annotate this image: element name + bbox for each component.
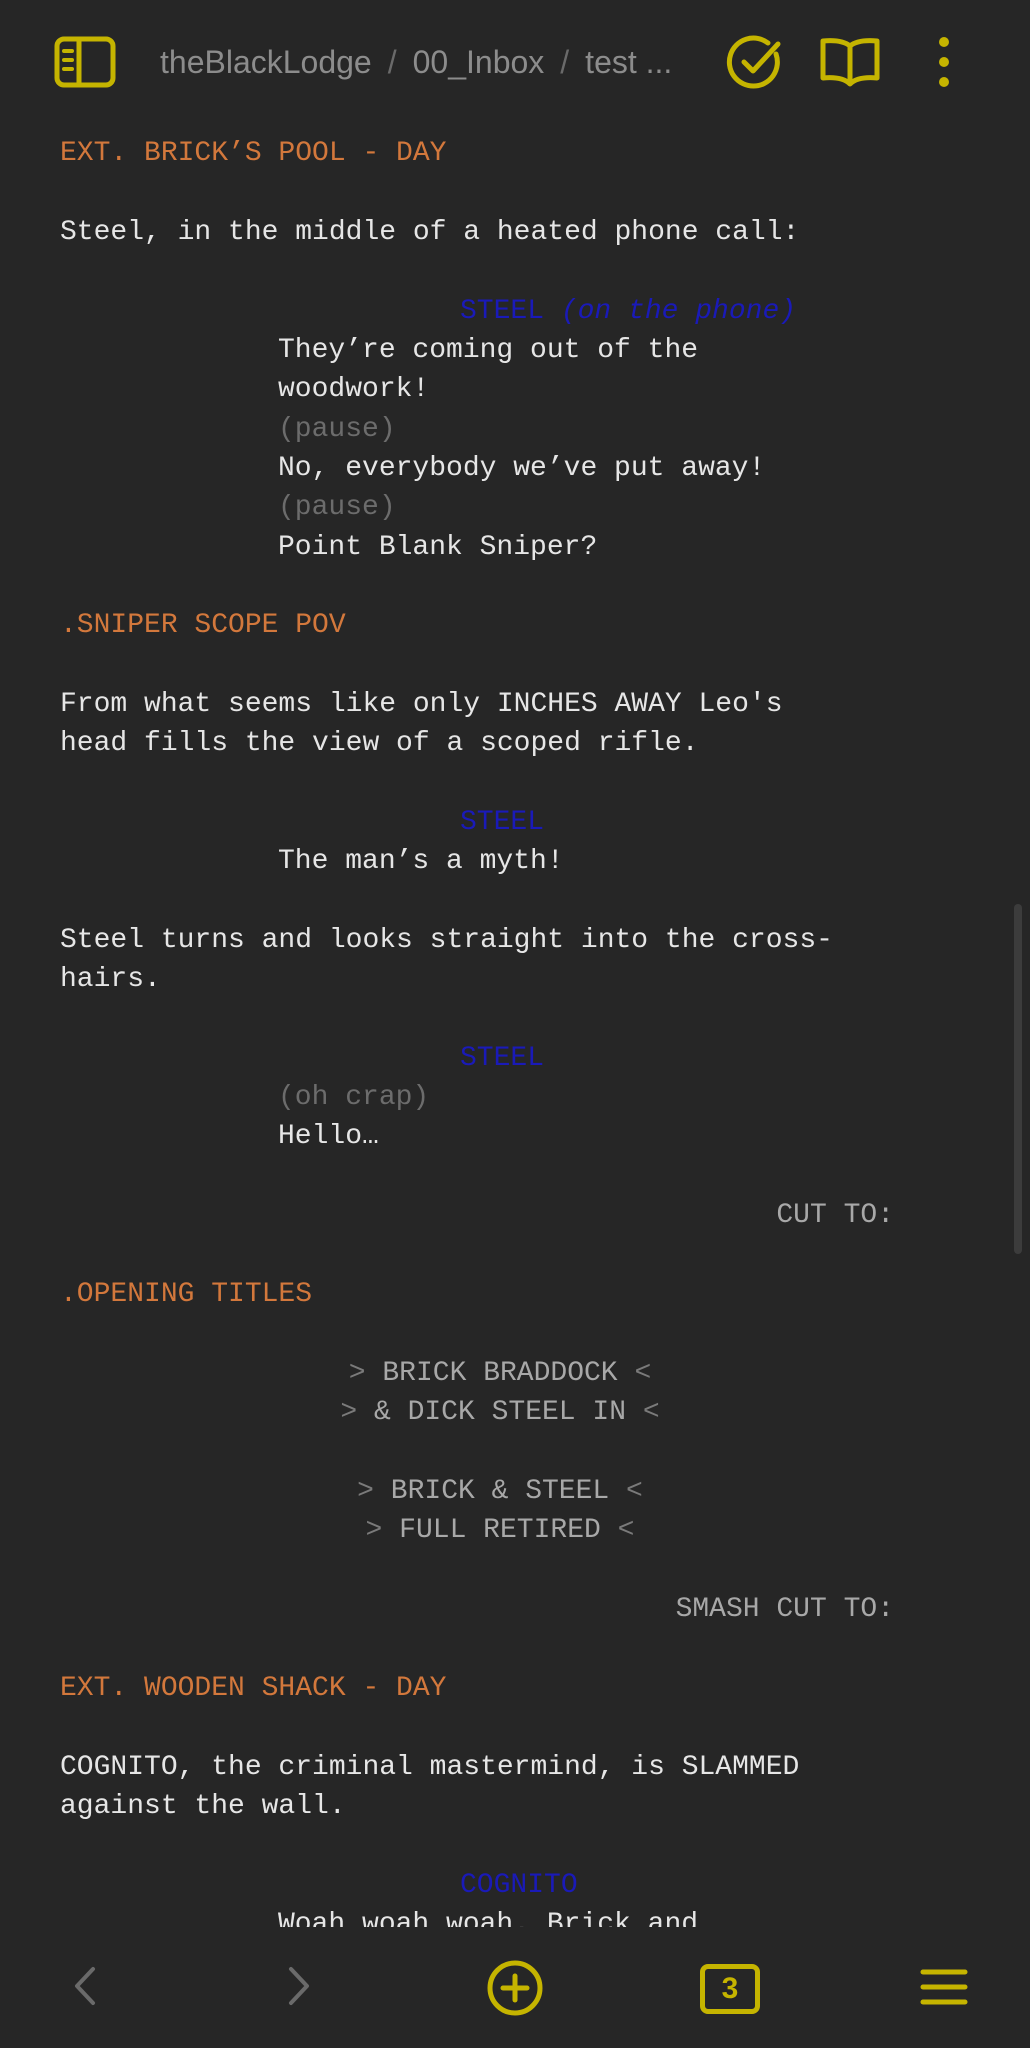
plus-circle-icon[interactable] — [486, 1959, 544, 2017]
centered-text-content: & DICK STEEL IN — [373, 1397, 627, 1428]
centered-open-marker: > — [340, 1397, 358, 1428]
dialogue-line: No, everybody we’ve put away! — [278, 453, 766, 484]
transition: SMASH CUT TO: — [675, 1594, 894, 1625]
character-cue: STEEL (on the phone) — [460, 292, 796, 331]
scene-heading: EXT. WOODEN SHACK - DAY — [60, 1673, 447, 1704]
centered-text-content: BRICK & STEEL — [390, 1476, 610, 1507]
character-name: COGNITO — [460, 1870, 578, 1901]
tabs-count-label: 3 — [721, 1972, 739, 2005]
breadcrumb-vault[interactable]: theBlackLodge — [160, 44, 372, 81]
parenthetical: (pause) — [278, 414, 396, 445]
sidebar-toggle-icon[interactable] — [54, 36, 116, 88]
action-line: Steel turns and looks straight into the … — [60, 925, 833, 956]
character-name: STEEL — [460, 296, 545, 327]
character-name: STEEL — [460, 807, 545, 838]
centered-close-marker: < — [617, 1515, 635, 1546]
centered-open-marker: > — [365, 1515, 383, 1546]
action-line: Steel, in the middle of a heated phone c… — [60, 217, 800, 248]
centered-open-marker: > — [357, 1476, 374, 1507]
dialogue-line: woodwork! — [278, 374, 430, 405]
action-line: COGNITO, the criminal mastermind, is SLA… — [60, 1752, 800, 1783]
breadcrumb-file[interactable]: test ... — [585, 44, 672, 81]
parenthetical: (pause) — [278, 492, 396, 523]
character-name: STEEL — [460, 1043, 545, 1074]
scene-heading: EXT. BRICK’S POOL - DAY — [60, 138, 447, 169]
centered-close-marker: < — [626, 1476, 643, 1507]
centered-text-content: BRICK BRADDOCK — [382, 1358, 618, 1389]
centered-close-marker: < — [634, 1358, 652, 1389]
dialogue-line: Hello… — [278, 1121, 379, 1152]
vertical-scrollbar[interactable] — [1014, 904, 1022, 1254]
centered-text: > FULL RETIRED < — [0, 1511, 1000, 1550]
chevron-left-icon[interactable] — [72, 1965, 98, 2007]
bottom-toolbar: 3 — [0, 1927, 1030, 2048]
more-vertical-icon[interactable] — [934, 36, 954, 88]
centered-text: > BRICK BRADDOCK < — [0, 1354, 1000, 1393]
transition: CUT TO: — [776, 1200, 894, 1231]
dialogue-line: They’re coming out of the — [278, 335, 699, 366]
centered-open-marker: > — [348, 1358, 366, 1389]
centered-close-marker: < — [642, 1397, 660, 1428]
sync-check-icon[interactable] — [726, 34, 784, 92]
breadcrumb-folder[interactable]: 00_Inbox — [413, 44, 545, 81]
screenplay-editor[interactable]: EXT. BRICK’S POOL - DAY Steel, in the mi… — [0, 124, 1030, 1927]
breadcrumb-separator: / — [560, 43, 570, 80]
character-extension: (on the phone) — [560, 296, 797, 327]
centered-text: > & DICK STEEL IN < — [0, 1393, 1000, 1432]
breadcrumb: theBlackLodge / 00_Inbox / test ... — [160, 40, 672, 84]
dialogue-line: The man’s a myth! — [278, 846, 564, 877]
open-book-icon[interactable] — [820, 36, 880, 88]
section-heading: .OPENING TITLES — [60, 1279, 313, 1310]
hamburger-menu-icon[interactable] — [920, 1967, 968, 2007]
chevron-right-icon[interactable] — [286, 1965, 312, 2007]
action-line: head fills the view of a scoped rifle. — [60, 728, 699, 759]
centered-text: > BRICK & STEEL < — [0, 1472, 1000, 1511]
action-line: against the wall. — [60, 1791, 346, 1822]
action-line: From what seems like only INCHES AWAY Le… — [60, 689, 783, 720]
breadcrumb-separator: / — [387, 43, 397, 80]
parenthetical: (oh crap) — [278, 1082, 430, 1113]
dialogue-line: Point Blank Sniper? — [278, 532, 598, 563]
top-bar: theBlackLodge / 00_Inbox / test ... — [0, 0, 1030, 124]
section-heading: .SNIPER SCOPE POV — [60, 610, 346, 641]
tabs-count-button[interactable]: 3 — [700, 1964, 760, 2014]
action-line: hairs. — [60, 964, 161, 995]
centered-text-content: FULL RETIRED — [399, 1515, 601, 1546]
dialogue-line: Woah woah woah. Brick and — [278, 1909, 699, 1927]
